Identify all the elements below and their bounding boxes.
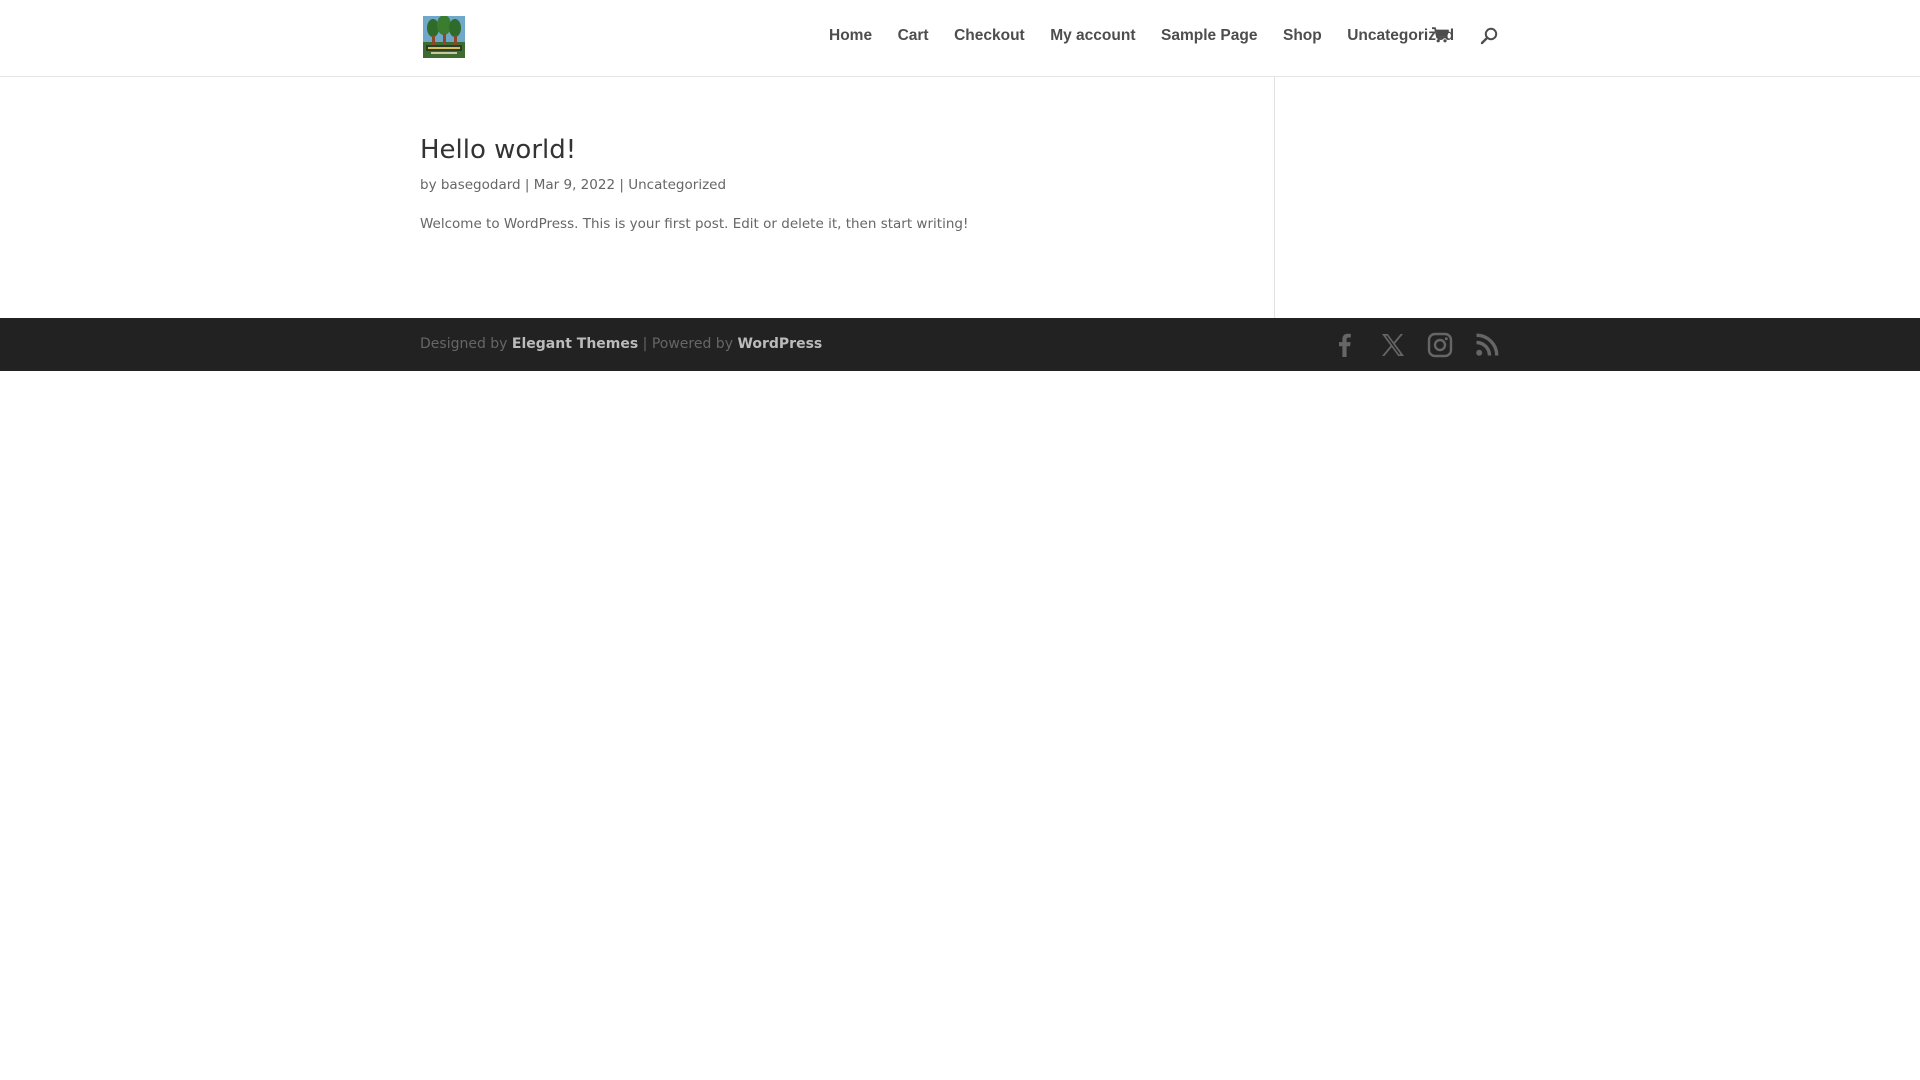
post-meta-by: by — [420, 177, 437, 193]
nav-shop[interactable]: Shop — [1283, 24, 1322, 48]
post-date: Mar 9, 2022 — [533, 177, 616, 193]
post-meta: by basegodard | Mar 9, 2022 | Uncategori… — [420, 175, 726, 195]
post-author-link[interactable]: basegodard — [441, 177, 521, 193]
post-meta-separator: | — [619, 177, 624, 193]
footer-credits: Designed by Elegant Themes | Powered by … — [420, 334, 822, 354]
post-excerpt: Welcome to WordPress. This is your first… — [420, 216, 969, 232]
footer-designed-by: Designed by — [420, 336, 508, 352]
instagram-icon[interactable] — [1427, 332, 1453, 358]
footer-powered-by: | Powered by — [642, 336, 733, 352]
nav-checkout[interactable]: Checkout — [954, 24, 1025, 48]
nav-home[interactable]: Home — [829, 24, 872, 48]
site-header: Home Cart Checkout My account Sample Pag… — [0, 0, 1920, 76]
sidebar-divider — [1274, 77, 1275, 318]
nav-cart[interactable]: Cart — [898, 24, 929, 48]
main-content: Hello world! by basegodard | Mar 9, 2022… — [0, 77, 1920, 318]
main-nav: Home Cart Checkout My account Sample Pag… — [829, 24, 1454, 48]
search-icon[interactable] — [1480, 27, 1498, 45]
post-title[interactable]: Hello world! — [420, 133, 576, 167]
nav-my-account[interactable]: My account — [1050, 24, 1135, 48]
site-footer: Designed by Elegant Themes | Powered by … — [0, 318, 1920, 371]
post-category-link[interactable]: Uncategorized — [628, 177, 726, 193]
site-logo[interactable] — [423, 16, 465, 58]
shopping-cart-icon[interactable] — [1432, 27, 1449, 43]
rss-icon[interactable] — [1474, 332, 1500, 358]
nav-sample-page[interactable]: Sample Page — [1161, 24, 1258, 48]
post-meta-separator: | — [524, 177, 530, 193]
facebook-icon[interactable] — [1332, 332, 1358, 358]
footer-platform-link[interactable]: WordPress — [737, 336, 822, 352]
footer-designer-link[interactable]: Elegant Themes — [512, 336, 638, 352]
x-twitter-icon[interactable] — [1380, 332, 1406, 358]
